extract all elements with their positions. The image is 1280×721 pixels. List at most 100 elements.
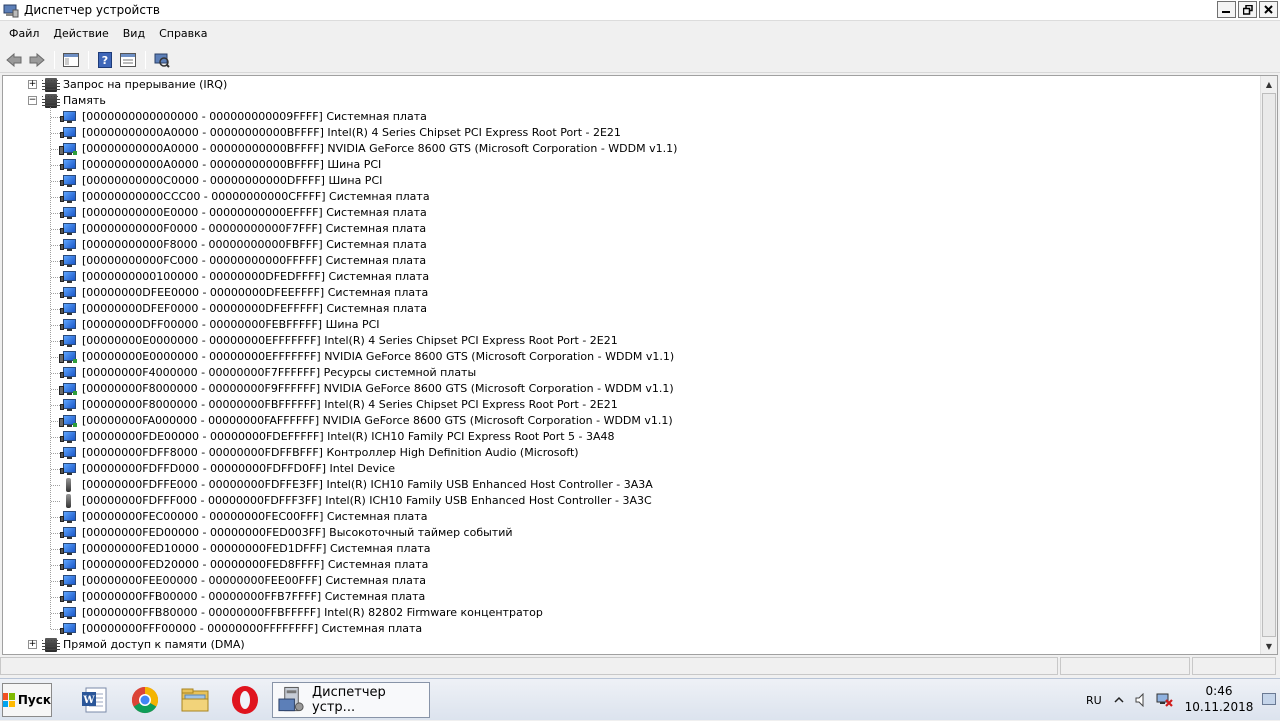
memory-range-item[interactable]: [00000000000A0000 - 00000000000BFFFF] Ши…: [3, 157, 1258, 173]
memory-range-item[interactable]: [00000000FA000000 - 00000000FAFFFFFF] NV…: [3, 413, 1258, 429]
back-button[interactable]: [3, 49, 25, 71]
memory-range-item[interactable]: [00000000FFB00000 - 00000000FFB7FFFF] Си…: [3, 589, 1258, 605]
show-hide-console-tree-button[interactable]: [60, 49, 82, 71]
scroll-down-arrow[interactable]: ▼: [1261, 638, 1277, 654]
forward-button[interactable]: [26, 49, 48, 71]
memory-range-item[interactable]: [00000000FEC00000 - 00000000FEC00FFF] Си…: [3, 509, 1258, 525]
explorer-taskbar-button[interactable]: [173, 683, 217, 717]
clock[interactable]: 0:46 10.11.2018: [1180, 683, 1258, 715]
tree-connector: [51, 165, 60, 166]
memory-range-item[interactable]: [00000000FFF00000 - 00000000FFFFFFFF] Си…: [3, 621, 1258, 637]
minimize-button[interactable]: [1217, 1, 1236, 18]
collapse-icon[interactable]: −: [28, 96, 37, 105]
memory-range-item[interactable]: [00000000FED20000 - 00000000FED8FFFF] Си…: [3, 557, 1258, 573]
memory-range-item[interactable]: [00000000FFB80000 - 00000000FFBFFFFF] In…: [3, 605, 1258, 621]
usb-controller-icon: [62, 478, 76, 492]
memory-range-label: [00000000FED20000 - 00000000FED8FFFF] Си…: [82, 558, 428, 571]
memory-range-item[interactable]: [00000000FED00000 - 00000000FED003FF] Вы…: [3, 525, 1258, 541]
device-manager-taskbar-button[interactable]: Диспетчер устр...: [272, 682, 430, 718]
tree-category-dma[interactable]: + Прямой доступ к памяти (DMA): [3, 637, 1258, 653]
memory-range-item[interactable]: [00000000000E0000 - 00000000000EFFFF] Си…: [3, 205, 1258, 221]
memory-range-item[interactable]: [00000000DFEF0000 - 00000000DFEFFFFF] Си…: [3, 301, 1258, 317]
network-tray-button[interactable]: [1156, 679, 1174, 721]
menu-help[interactable]: Справка: [152, 24, 214, 44]
scan-hardware-icon: [154, 53, 170, 68]
device-name: NVIDIA GeForce 8600 GTS (Microsoft Corpo…: [322, 414, 673, 427]
memory-range-label: [00000000FDE00000 - 00000000FDEFFFFF] In…: [82, 430, 615, 443]
memory-range-item[interactable]: [00000000FDFFD000 - 00000000FDFFD0FF] In…: [3, 461, 1258, 477]
system-device-icon: [60, 575, 76, 587]
start-button[interactable]: Пуск: [2, 683, 52, 717]
volume-tray-button[interactable]: [1134, 679, 1148, 721]
memory-range-item[interactable]: [00000000DFF00000 - 00000000FEBFFFFF] Ши…: [3, 317, 1258, 333]
device-name: Intel(R) ICH10 Family USB Enhanced Host …: [326, 478, 653, 491]
tree-category-irq[interactable]: + Запрос на прерывание (IRQ): [3, 77, 1258, 93]
memory-range-item[interactable]: [00000000FDFF8000 - 00000000FDFFBFFF] Ко…: [3, 445, 1258, 461]
memory-range-item[interactable]: [00000000000CCC00 - 00000000000CFFFF] Си…: [3, 189, 1258, 205]
memory-chip-icon: [42, 94, 60, 108]
memory-range-item[interactable]: [00000000DFEE0000 - 00000000DFEEFFFF] Си…: [3, 285, 1258, 301]
memory-range-item[interactable]: [0000000000000000 - 000000000009FFFF] Си…: [3, 109, 1258, 125]
scan-hardware-button[interactable]: [151, 49, 173, 71]
language-indicator[interactable]: RU: [1086, 679, 1102, 721]
memory-range-item[interactable]: [00000000F8000000 - 00000000F9FFFFFF] NV…: [3, 381, 1258, 397]
network-disconnected-icon: [1156, 693, 1173, 707]
menu-file[interactable]: Файл: [2, 24, 46, 44]
memory-range-item[interactable]: [00000000FDE00000 - 00000000FDEFFFFF] In…: [3, 429, 1258, 445]
address-range: [00000000FDE00000 - 00000000FDEFFFFF]: [82, 430, 324, 443]
memory-range-item[interactable]: [00000000F4000000 - 00000000F7FFFFFF] Ре…: [3, 365, 1258, 381]
device-name: Шина PCI: [328, 174, 383, 187]
restore-button[interactable]: [1238, 1, 1257, 18]
properties-icon: [120, 52, 136, 67]
memory-range-item[interactable]: [00000000E0000000 - 00000000EFFFFFFF] In…: [3, 333, 1258, 349]
chevron-up-icon: [1114, 696, 1124, 703]
memory-range-item[interactable]: [00000000F8000000 - 00000000FBFFFFFF] In…: [3, 397, 1258, 413]
scroll-thumb[interactable]: [1262, 93, 1276, 637]
tree-category-memory[interactable]: − Память: [3, 93, 1258, 109]
address-range: [00000000FDFFE000 - 00000000FDFFE3FF]: [82, 478, 323, 491]
memory-range-item[interactable]: [00000000000FC000 - 00000000000FFFFF] Си…: [3, 253, 1258, 269]
memory-range-item[interactable]: [00000000000F0000 - 00000000000F7FFF] Си…: [3, 221, 1258, 237]
properties-button[interactable]: [117, 49, 139, 71]
expand-icon[interactable]: +: [28, 80, 37, 89]
vertical-scrollbar[interactable]: ▲ ▼: [1260, 76, 1277, 654]
chrome-icon: [131, 686, 159, 714]
windows-logo-icon: [3, 693, 15, 707]
toolbar-separator: [54, 50, 55, 69]
device-name: Контроллер High Definition Audio (Micros…: [326, 446, 579, 459]
system-device-icon: [60, 271, 76, 283]
memory-range-item[interactable]: [00000000000A0000 - 00000000000BFFFF] In…: [3, 125, 1258, 141]
memory-range-item[interactable]: [00000000FDFFE000 - 00000000FDFFE3FF] In…: [3, 477, 1258, 493]
expand-icon[interactable]: +: [28, 640, 37, 649]
menu-view[interactable]: Вид: [116, 24, 152, 44]
menu-action[interactable]: Действие: [46, 24, 115, 44]
tree-connector: [51, 405, 60, 406]
memory-range-item[interactable]: [00000000FDFFF000 - 00000000FDFFF3FF] In…: [3, 493, 1258, 509]
tree-connector: [51, 261, 60, 262]
memory-range-item[interactable]: [00000000E0000000 - 00000000EFFFFFFF] NV…: [3, 349, 1258, 365]
device-tree[interactable]: + Запрос на прерывание (IRQ) − Память [00000…: [2, 75, 1278, 655]
memory-range-item[interactable]: [0000000000100000 - 00000000DFEDFFFF] Си…: [3, 269, 1258, 285]
system-device-icon: [60, 527, 76, 539]
memory-range-item[interactable]: [00000000000C0000 - 00000000000DFFFF] Ши…: [3, 173, 1258, 189]
memory-range-item[interactable]: [00000000FED10000 - 00000000FED1DFFF] Си…: [3, 541, 1258, 557]
memory-range-item[interactable]: [00000000000F8000 - 00000000000FBFFF] Си…: [3, 237, 1258, 253]
show-hidden-icons-button[interactable]: [1114, 679, 1124, 721]
help-button[interactable]: ?: [94, 49, 116, 71]
memory-range-label: [00000000000A0000 - 00000000000BFFFF] In…: [82, 126, 621, 139]
show-desktop-button[interactable]: [1262, 693, 1276, 705]
device-name: Intel(R) ICH10 Family USB Enhanced Host …: [325, 494, 652, 507]
chrome-taskbar-button[interactable]: [123, 683, 167, 717]
address-range: [00000000000F8000 - 00000000000FBFFF]: [82, 238, 323, 251]
scroll-up-arrow[interactable]: ▲: [1261, 76, 1277, 92]
word-taskbar-button[interactable]: W: [73, 683, 117, 717]
close-button[interactable]: [1259, 1, 1278, 18]
opera-icon: [232, 686, 258, 714]
opera-taskbar-button[interactable]: [223, 683, 267, 717]
memory-range-item[interactable]: [00000000000A0000 - 00000000000BFFFF] NV…: [3, 141, 1258, 157]
device-name: Intel(R) 4 Series Chipset PCI Express Ro…: [324, 398, 618, 411]
tree-connector: [51, 309, 60, 310]
memory-range-item[interactable]: [00000000FEE00000 - 00000000FEE00FFF] Си…: [3, 573, 1258, 589]
address-range: [00000000FA000000 - 00000000FAFFFFFF]: [82, 414, 320, 427]
system-device-icon: [60, 255, 76, 267]
